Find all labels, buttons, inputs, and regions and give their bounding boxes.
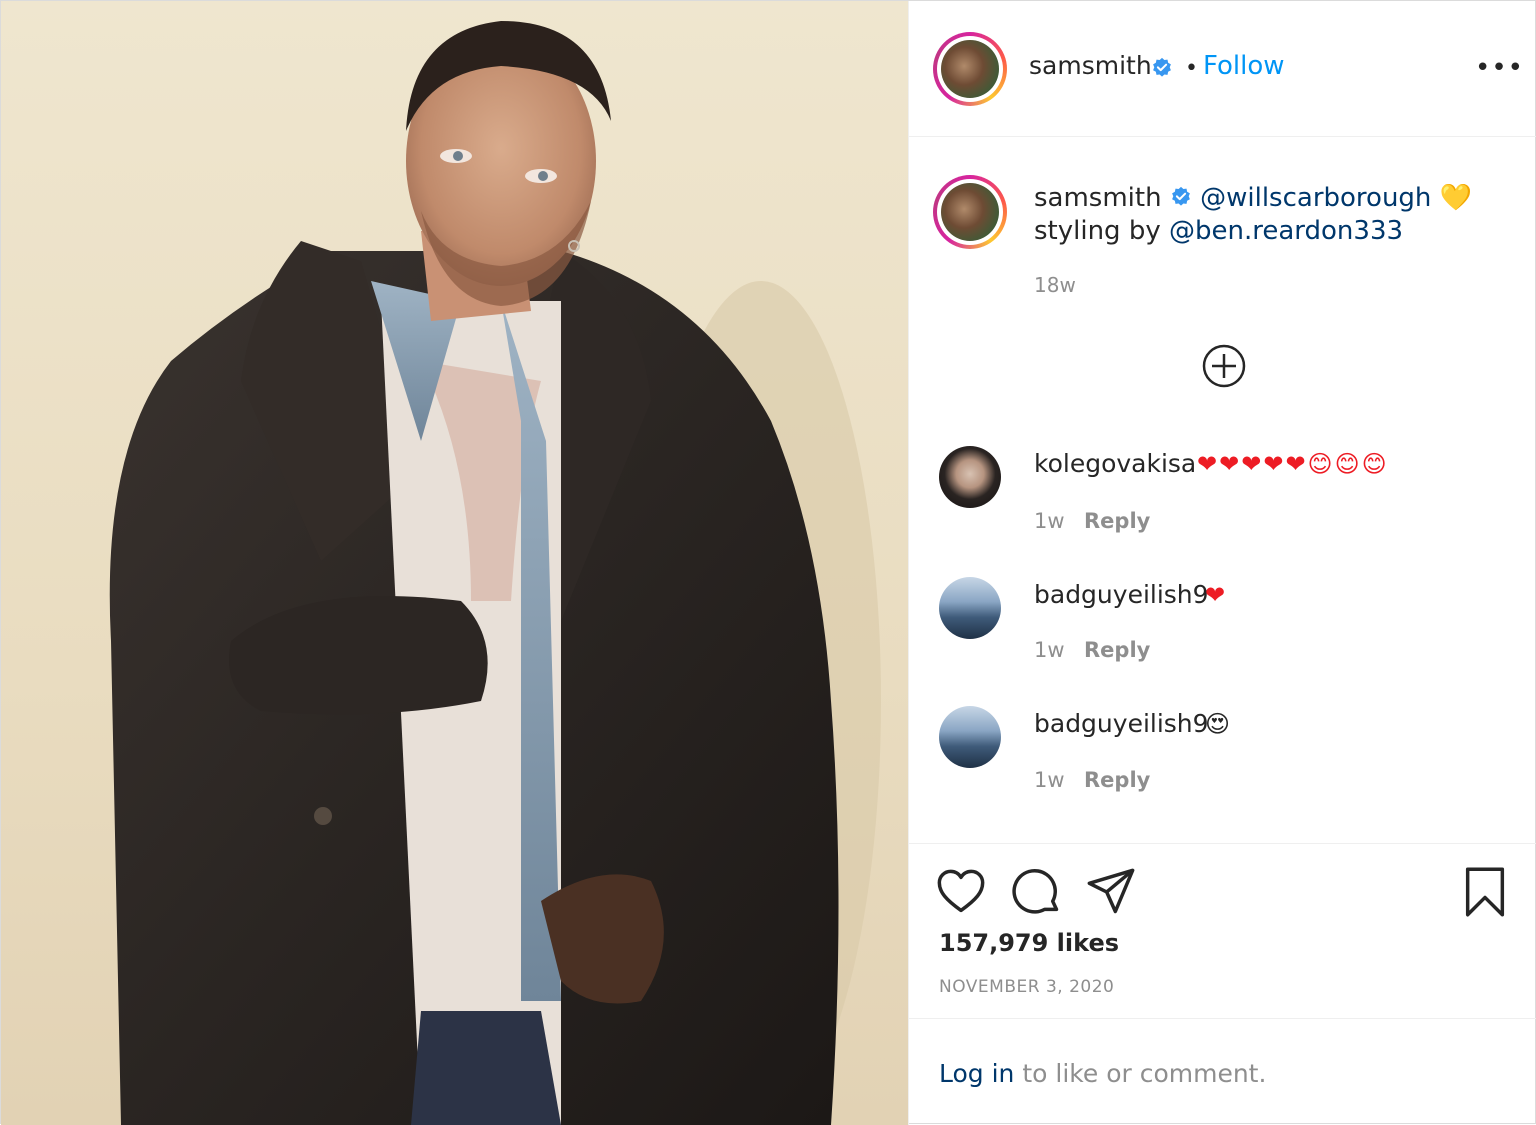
instagram-post: samsmith • Follow ••• samsmith @willscar… (0, 0, 1536, 1125)
comment-username[interactable]: kolegovakisa (1034, 449, 1196, 478)
comment-reply-button[interactable]: Reply (1084, 509, 1150, 533)
comment-text: ❤❤❤❤❤😊😊😊 (1197, 450, 1389, 478)
caption-username[interactable]: samsmith (1034, 183, 1162, 213)
post-photo-illustration (109, 21, 881, 1125)
caption-mention-photographer[interactable]: @willscarborough (1200, 183, 1431, 213)
comment-username[interactable]: badguyeilish9 (1034, 580, 1209, 609)
post-actions: 157,979 likes NOVEMBER 3, 2020 (909, 843, 1536, 1018)
comment-text: ❤ (1205, 581, 1228, 609)
verified-badge-icon (1171, 186, 1190, 206)
share-icon[interactable] (1085, 866, 1137, 918)
comment-reply-button[interactable]: Reply (1084, 638, 1150, 662)
caption-line-2: styling by @ben.reardon333 (1034, 216, 1403, 246)
caption-emoji: 💛 (1439, 183, 1473, 213)
caption-mention-stylist[interactable]: @ben.reardon333 (1169, 216, 1403, 246)
post-photo[interactable] (1, 1, 908, 1125)
load-more-comments-icon[interactable] (1201, 343, 1247, 389)
comment-timestamp: 1w (1034, 509, 1065, 533)
author-avatar[interactable] (933, 32, 1007, 106)
post-date: NOVEMBER 3, 2020 (939, 977, 1115, 997)
follow-button[interactable]: Follow (1203, 51, 1285, 81)
comment-username[interactable]: badguyeilish9 (1034, 709, 1209, 738)
more-options-icon[interactable]: ••• (1475, 53, 1524, 83)
verified-badge-icon (1153, 57, 1171, 77)
caption-line-1: samsmith @willscarborough 💛 (1034, 183, 1472, 213)
avatar-image (941, 40, 999, 98)
comment-reply-button[interactable]: Reply (1084, 768, 1150, 792)
post-header: samsmith • Follow ••• (909, 1, 1536, 137)
comment-icon[interactable] (1011, 866, 1063, 918)
login-link[interactable]: Log in (939, 1059, 1014, 1088)
save-bookmark-icon[interactable] (1459, 866, 1511, 918)
caption-timestamp: 18w (1034, 273, 1076, 297)
caption-text: styling by (1034, 216, 1169, 246)
login-prompt-text: Log in to like or comment. (939, 1059, 1266, 1088)
comment-text: 😍 (1205, 710, 1233, 738)
comment-avatar[interactable] (939, 577, 1001, 639)
likes-count[interactable]: 157,979 likes (939, 929, 1119, 957)
comment-timestamp: 1w (1034, 768, 1065, 792)
login-prompt-rest: to like or comment. (1014, 1059, 1267, 1088)
author-username[interactable]: samsmith (1029, 51, 1152, 80)
comment-timestamp: 1w (1034, 638, 1065, 662)
header-separator: • (1185, 56, 1198, 81)
post-side-panel: samsmith • Follow ••• samsmith @willscar… (908, 1, 1536, 1125)
like-heart-icon[interactable] (935, 866, 987, 918)
caption-avatar[interactable] (933, 175, 1007, 249)
comment-avatar[interactable] (939, 706, 1001, 768)
avatar-image (941, 183, 999, 241)
comment-avatar[interactable] (939, 446, 1001, 508)
login-prompt: Log in to like or comment. (909, 1018, 1536, 1125)
